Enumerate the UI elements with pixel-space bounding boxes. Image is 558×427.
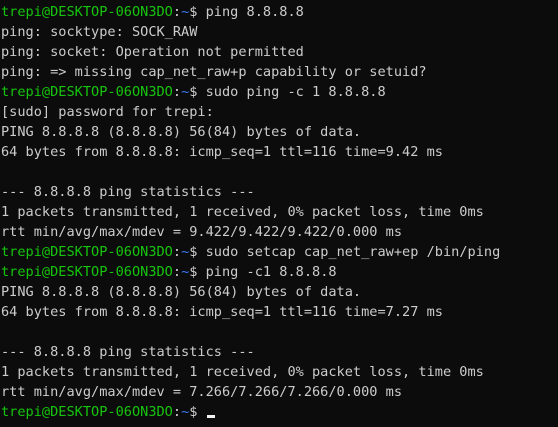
prompt-symbol: $ bbox=[189, 264, 206, 280]
prompt-line: trepi@DESKTOP-06ON3DO:~$ sudo ping -c 1 … bbox=[1, 82, 558, 102]
output-text: 1 packets transmitted, 1 received, 0% pa… bbox=[1, 204, 484, 220]
prompt-userhost: trepi@DESKTOP-06ON3DO bbox=[1, 4, 173, 20]
output-text: --- 8.8.8.8 ping statistics --- bbox=[1, 344, 255, 360]
output-line: [sudo] password for trepi: bbox=[1, 102, 558, 122]
prompt-symbol: $ bbox=[189, 84, 206, 100]
output-text: ping: socket: Operation not permitted bbox=[1, 44, 304, 60]
output-text: 64 bytes from 8.8.8.8: icmp_seq=1 ttl=11… bbox=[1, 304, 443, 320]
prompt-line: trepi@DESKTOP-06ON3DO:~$ ping -c1 8.8.8.… bbox=[1, 262, 558, 282]
output-line: ping: socktype: SOCK_RAW bbox=[1, 22, 558, 42]
command-text: sudo setcap cap_net_raw+ep /bin/ping bbox=[205, 244, 501, 260]
output-line: 64 bytes from 8.8.8.8: icmp_seq=1 ttl=11… bbox=[1, 302, 558, 322]
output-line: --- 8.8.8.8 ping statistics --- bbox=[1, 182, 558, 202]
prompt-userhost: trepi@DESKTOP-06ON3DO bbox=[1, 244, 173, 260]
output-line: PING 8.8.8.8 (8.8.8.8) 56(84) bytes of d… bbox=[1, 122, 558, 142]
output-text: ping: socktype: SOCK_RAW bbox=[1, 24, 198, 40]
prompt-separator: : bbox=[172, 264, 182, 280]
command-text: ping 8.8.8.8 bbox=[205, 4, 304, 20]
command-text: sudo ping -c 1 8.8.8.8 bbox=[205, 84, 386, 100]
prompt-symbol: $ bbox=[189, 4, 206, 20]
output-line: ping: socket: Operation not permitted bbox=[1, 42, 558, 62]
output-text: ping: => missing cap_net_raw+p capabilit… bbox=[1, 64, 427, 80]
output-text: 1 packets transmitted, 1 received, 0% pa… bbox=[1, 364, 484, 380]
output-line: rtt min/avg/max/mdev = 9.422/9.422/9.422… bbox=[1, 222, 558, 242]
prompt-symbol: $ bbox=[189, 404, 206, 420]
text-cursor bbox=[206, 415, 215, 418]
prompt-separator: : bbox=[172, 244, 182, 260]
output-line: 1 packets transmitted, 1 received, 0% pa… bbox=[1, 202, 558, 222]
output-text: --- 8.8.8.8 ping statistics --- bbox=[1, 184, 255, 200]
prompt-line: trepi@DESKTOP-06ON3DO:~$ ping 8.8.8.8 bbox=[1, 2, 558, 22]
terminal-window[interactable]: trepi@DESKTOP-06ON3DO:~$ ping 8.8.8.8 pin… bbox=[0, 0, 558, 427]
prompt-userhost: trepi@DESKTOP-06ON3DO bbox=[1, 84, 173, 100]
output-line: PING 8.8.8.8 (8.8.8.8) 56(84) bytes of d… bbox=[1, 282, 558, 302]
prompt-userhost: trepi@DESKTOP-06ON3DO bbox=[1, 404, 173, 420]
prompt-userhost: trepi@DESKTOP-06ON3DO bbox=[1, 264, 173, 280]
output-text: [sudo] password for trepi: bbox=[1, 104, 214, 120]
output-text: rtt min/avg/max/mdev = 9.422/9.422/9.422… bbox=[1, 224, 403, 240]
output-line: --- 8.8.8.8 ping statistics --- bbox=[1, 342, 558, 362]
output-text: PING 8.8.8.8 (8.8.8.8) 56(84) bytes of d… bbox=[1, 124, 362, 140]
output-line: rtt min/avg/max/mdev = 7.266/7.266/7.266… bbox=[1, 382, 558, 402]
prompt-separator: : bbox=[172, 404, 182, 420]
output-text: 64 bytes from 8.8.8.8: icmp_seq=1 ttl=11… bbox=[1, 144, 443, 160]
output-line: 1 packets transmitted, 1 received, 0% pa… bbox=[1, 362, 558, 382]
output-line: 64 bytes from 8.8.8.8: icmp_seq=1 ttl=11… bbox=[1, 142, 558, 162]
prompt-separator: : bbox=[172, 84, 182, 100]
prompt-line: trepi@DESKTOP-06ON3DO:~$ bbox=[1, 402, 558, 422]
output-line: ping: => missing cap_net_raw+p capabilit… bbox=[1, 62, 558, 82]
prompt-separator: : bbox=[172, 4, 182, 20]
prompt-line: trepi@DESKTOP-06ON3DO:~$ sudo setcap cap… bbox=[1, 242, 558, 262]
output-text: rtt min/avg/max/mdev = 7.266/7.266/7.266… bbox=[1, 384, 403, 400]
command-text: ping -c1 8.8.8.8 bbox=[205, 264, 337, 280]
output-text: PING 8.8.8.8 (8.8.8.8) 56(84) bytes of d… bbox=[1, 284, 362, 300]
prompt-symbol: $ bbox=[189, 244, 206, 260]
